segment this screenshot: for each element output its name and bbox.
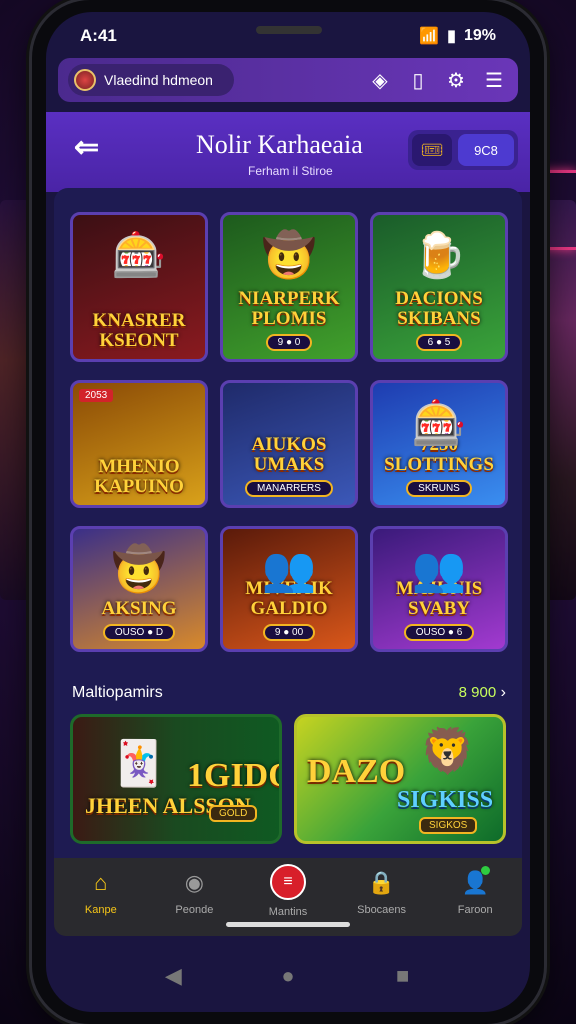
center-action-icon: ≡: [269, 864, 306, 900]
game-art-icon: 🤠: [111, 545, 167, 594]
user-online-icon: 👤: [460, 866, 491, 898]
game-badge: OUSO ● D: [102, 624, 176, 641]
home-indicator[interactable]: [226, 922, 350, 927]
game-name: AIUKOS UMAKS: [251, 434, 327, 476]
phone-frame: A:41 📶 ▮ 19% Vlaedind hdmeon ◈ ▯ ⚙ ☰ ⇐ N…: [32, 0, 544, 1024]
phone-screen: A:41 📶 ▮ 19% Vlaedind hdmeon ◈ ▯ ⚙ ☰ ⇐ N…: [46, 12, 530, 1012]
nav-label: Sbocaens: [357, 904, 407, 916]
nav-label: Faroon: [457, 904, 493, 916]
coin-balance[interactable]: 9C8: [458, 134, 514, 166]
featured-game-badge: GOLD: [209, 805, 258, 822]
game-tile[interactable]: AIUKOS UMAKS MANARRERS: [220, 380, 358, 508]
game-tile[interactable]: 👥 MAJUNIS SVABY OUSO ● 6: [370, 526, 508, 652]
game-tile[interactable]: 🤠 AKSING OUSO ● D: [70, 526, 208, 652]
lion-icon: 🦁: [420, 727, 475, 776]
account-label: Vlaedind hdmeon: [104, 72, 213, 88]
section-title: Maltiopamirs: [72, 684, 163, 701]
game-tile[interactable]: 🤠 NIARPERK PLOMIS 9 ● 0: [220, 212, 358, 362]
app-logo-icon: [74, 69, 96, 91]
battery-icon: ▮: [447, 28, 456, 45]
section-header: Maltiopamirs 8 900 ›: [72, 684, 506, 702]
featured-game-name: DAZO: [307, 753, 406, 790]
game-art-icon: 👥: [411, 545, 467, 594]
see-all-link[interactable]: 8 900 ›: [459, 684, 506, 702]
header-actions: 🎟 9C8: [408, 130, 518, 170]
game-name: MHENIO KAPUINO: [94, 456, 184, 498]
home-icon: ⌂: [94, 870, 108, 895]
nav-item-home[interactable]: ⌂ Kanpe: [61, 868, 141, 916]
page-title: Nolir Karhaeaia: [196, 130, 363, 159]
game-name: KNASRER KSEONT: [92, 310, 186, 352]
game-content: 🎰 KNASRER KSEONT 🤠 NIARPERK PLOMIS 9 ● 0 🍺 DAC…: [54, 188, 522, 858]
featured-game-side-title: 1GIDO: [187, 757, 279, 794]
game-art-icon: 👥: [261, 545, 317, 594]
game-name: DACIONS SKIBANS: [395, 288, 483, 330]
game-badge: 9 ● 00: [262, 624, 316, 641]
back-arrow-icon[interactable]: ⇐: [74, 130, 99, 165]
featured-game-1[interactable]: 🃏 JHEEN ALSSON 1GIDO GOLD: [70, 714, 282, 844]
page-header: ⇐ Nolir Karhaeaia Ferham il Stiroe 🎟 9C8: [46, 112, 530, 192]
home-circle-icon[interactable]: ●: [275, 963, 301, 989]
game-badge: 6 ● 5: [415, 334, 463, 351]
game-art-icon: 🎰: [411, 399, 467, 448]
nav-label: Mantins: [268, 906, 308, 918]
game-tile[interactable]: 👥 MIVEAIK GALDIO 9 ● 00: [220, 526, 358, 652]
nav-label: Peonde: [175, 904, 214, 916]
bookmark-icon[interactable]: ▯: [404, 68, 432, 93]
status-time: A:41: [80, 26, 117, 45]
battery-level: 19%: [463, 27, 496, 44]
nav-item-center[interactable]: ≡ Mantins: [248, 864, 328, 918]
featured-game-badge: SIGKOS: [419, 817, 478, 834]
top-app-bar: Vlaedind hdmeon ◈ ▯ ⚙ ☰: [58, 58, 518, 102]
game-tile[interactable]: 2053 MHENIO KAPUINO: [70, 380, 208, 508]
game-badge: MANARRERS: [245, 480, 333, 497]
nav-item-user[interactable]: 👤 Faroon: [435, 866, 515, 916]
featured-row: 🃏 JHEEN ALSSON 1GIDO GOLD DAZO 🦁 SIGKISS…: [70, 714, 506, 844]
game-art-icon: 🤠: [261, 231, 317, 280]
game-badge: OUSO ● 6: [403, 624, 475, 641]
nav-item-lock[interactable]: 🔒 Sbocaens: [342, 868, 422, 916]
account-pill[interactable]: Vlaedind hdmeon: [68, 64, 234, 96]
wifi-icon: 📶: [419, 28, 440, 45]
notification-icon[interactable]: ◈: [366, 68, 394, 93]
featured-game-2[interactable]: DAZO 🦁 SIGKISS SIGKOS: [294, 714, 506, 844]
nav-item-profile[interactable]: ◉ Peonde: [154, 868, 234, 916]
online-indicator: [481, 866, 491, 875]
background-neon-sign: [540, 170, 576, 250]
game-tile[interactable]: 🎰 KNASRER KSEONT: [70, 212, 208, 362]
game-tile[interactable]: 🍺 DACIONS SKIBANS 6 ● 5: [370, 212, 508, 362]
game-tag: 2053: [79, 389, 114, 402]
game-badge: SKRUNS: [406, 480, 472, 497]
game-art-icon: 🎰: [111, 231, 167, 280]
lock-icon: 🔒: [367, 870, 396, 895]
chevron-right-icon: ›: [500, 684, 506, 701]
game-tile[interactable]: 🎰 7250 SLOTTINGS SKRUNS: [370, 380, 508, 508]
ticket-icon[interactable]: 🎟: [412, 134, 452, 166]
gear-icon[interactable]: ⚙: [442, 68, 470, 93]
game-grid: 🎰 KNASRER KSEONT 🤠 NIARPERK PLOMIS 9 ● 0 🍺 DAC…: [70, 212, 508, 652]
featured-game-side-title: SIGKISS: [397, 787, 494, 813]
recents-square-icon[interactable]: ■: [390, 963, 416, 989]
nav-label: Kanpe: [84, 904, 117, 916]
character-icon: 🃏: [111, 739, 166, 788]
game-art-icon: 🍺: [411, 231, 467, 280]
profile-icon: ◉: [184, 870, 204, 895]
menu-icon[interactable]: ☰: [480, 68, 508, 93]
back-triangle-icon[interactable]: ◀: [160, 963, 186, 989]
system-nav-bar: ◀ ● ■: [46, 956, 530, 996]
game-badge: 9 ● 0: [265, 334, 313, 351]
page-subtitle: Ferham il Stiroe: [248, 164, 333, 178]
game-name: NIARPERK PLOMIS: [238, 288, 340, 330]
status-bar: A:41 📶 ▮ 19%: [46, 24, 530, 48]
game-name: AKSING: [101, 598, 177, 620]
